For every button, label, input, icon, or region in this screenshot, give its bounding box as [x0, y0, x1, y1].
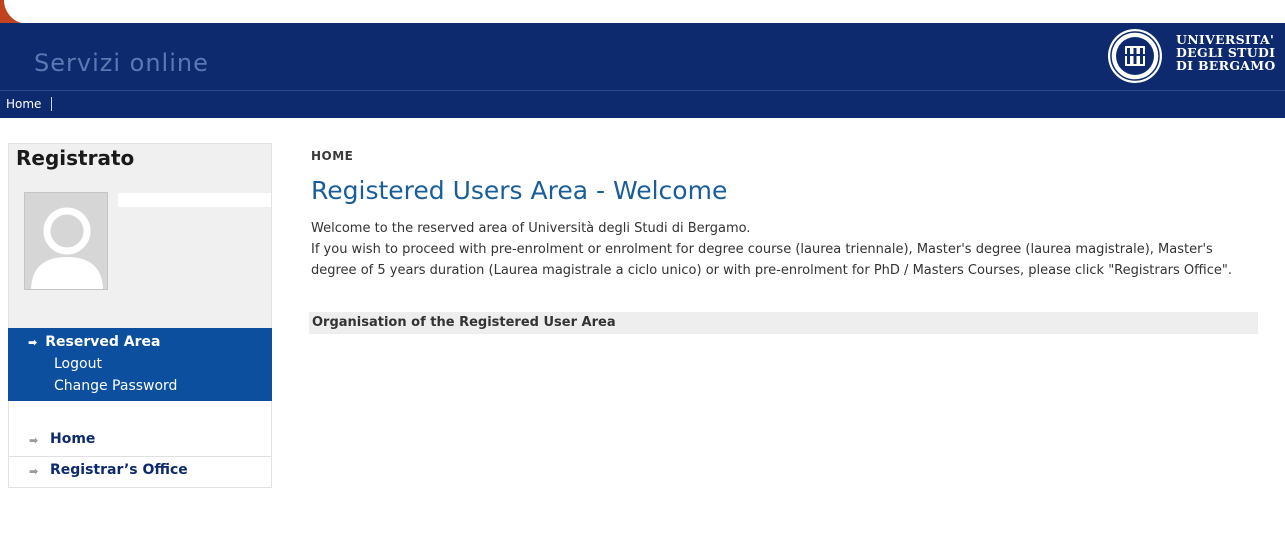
user-name-box — [118, 193, 271, 207]
top-navigation: Home — [0, 90, 1285, 118]
intro-line-2: If you wish to proceed with pre-enrolmen… — [311, 242, 1232, 278]
intro-text: Welcome to the reserved area of Universi… — [311, 218, 1261, 281]
site-header: Servizi online UNIVERSITA' DEGLI STUDI D… — [0, 23, 1285, 90]
page-title: Registered Users Area - Welcome — [311, 176, 728, 205]
site-title: Servizi online — [34, 49, 209, 77]
university-logo-text[interactable]: UNIVERSITA' DEGLI STUDI DI BERGAMO — [1176, 33, 1276, 72]
arrow-right-icon: ➡ — [29, 465, 39, 478]
section-header: Organisation of the Registered User Area — [309, 312, 1258, 334]
reserved-area-panel: ➡ Reserved Area Logout Change Password — [8, 328, 272, 401]
logo-line-3: DI BERGAMO — [1176, 58, 1276, 73]
avatar — [24, 192, 108, 290]
sidebar-item-home[interactable]: ➡ Home — [9, 426, 271, 457]
section-title: Organisation of the Registered User Area — [312, 315, 616, 330]
reserved-area-heading[interactable]: ➡ Reserved Area — [28, 334, 160, 350]
sidebar-item-label: Registrar’s Office — [50, 462, 188, 478]
sidebar-item-registrars-office[interactable]: ➡ Registrar’s Office — [9, 457, 271, 487]
change-password-link[interactable]: Change Password — [54, 378, 177, 394]
corner-decoration — [0, 0, 44, 24]
avatar-placeholder-icon — [25, 193, 107, 289]
breadcrumb: HOME — [311, 149, 354, 163]
reserved-area-label: Reserved Area — [45, 334, 161, 350]
sidebar-title: Registrato — [16, 146, 135, 170]
intro-line-1: Welcome to the reserved area of Universi… — [311, 221, 751, 236]
university-seal-icon[interactable] — [1107, 28, 1163, 84]
arrow-right-icon: ➡ — [29, 434, 39, 447]
sidebar-item-label: Home — [50, 431, 96, 447]
topnav-home-link[interactable]: Home — [6, 97, 53, 111]
logout-link[interactable]: Logout — [54, 356, 102, 372]
arrow-right-icon: ➡ — [28, 336, 38, 349]
